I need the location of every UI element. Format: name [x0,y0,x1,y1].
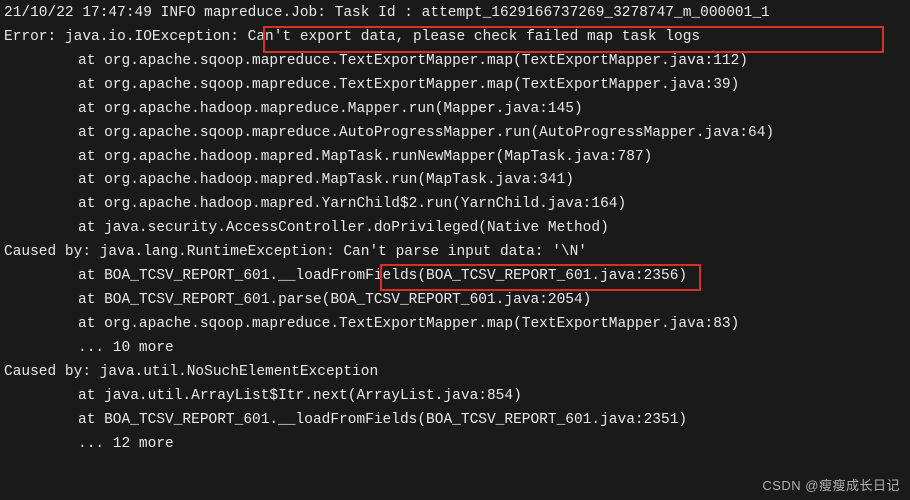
log-line: Caused by: java.util.NoSuchElementExcept… [4,361,906,385]
terminal-log: 21/10/22 17:47:49 INFO mapreduce.Job: Ta… [0,0,910,459]
log-line: at BOA_TCSV_REPORT_601.parse(BOA_TCSV_RE… [4,289,906,313]
log-line: 21/10/22 17:47:49 INFO mapreduce.Job: Ta… [4,2,906,26]
watermark-text: CSDN @瘦瘦成长日记 [762,475,900,496]
log-line: ... 12 more [4,433,906,457]
log-line: at org.apache.hadoop.mapred.MapTask.runN… [4,146,906,170]
log-line: at org.apache.hadoop.mapred.MapTask.run(… [4,169,906,193]
log-line: at java.util.ArrayList$Itr.next(ArrayLis… [4,385,906,409]
log-line: at BOA_TCSV_REPORT_601.__loadFromFields(… [4,265,906,289]
log-line: at org.apache.sqoop.mapreduce.TextExport… [4,313,906,337]
log-line: at org.apache.sqoop.mapreduce.TextExport… [4,50,906,74]
log-line: at org.apache.hadoop.mapreduce.Mapper.ru… [4,98,906,122]
log-line: at java.security.AccessController.doPriv… [4,217,906,241]
log-line: Caused by: java.lang.RuntimeException: C… [4,241,906,265]
log-line: at BOA_TCSV_REPORT_601.__loadFromFields(… [4,409,906,433]
log-line: at org.apache.hadoop.mapred.YarnChild$2.… [4,193,906,217]
log-line: at org.apache.sqoop.mapreduce.TextExport… [4,74,906,98]
log-line: at org.apache.sqoop.mapreduce.AutoProgre… [4,122,906,146]
log-line: ... 10 more [4,337,906,361]
log-line: Error: java.io.IOException: Can't export… [4,26,906,50]
